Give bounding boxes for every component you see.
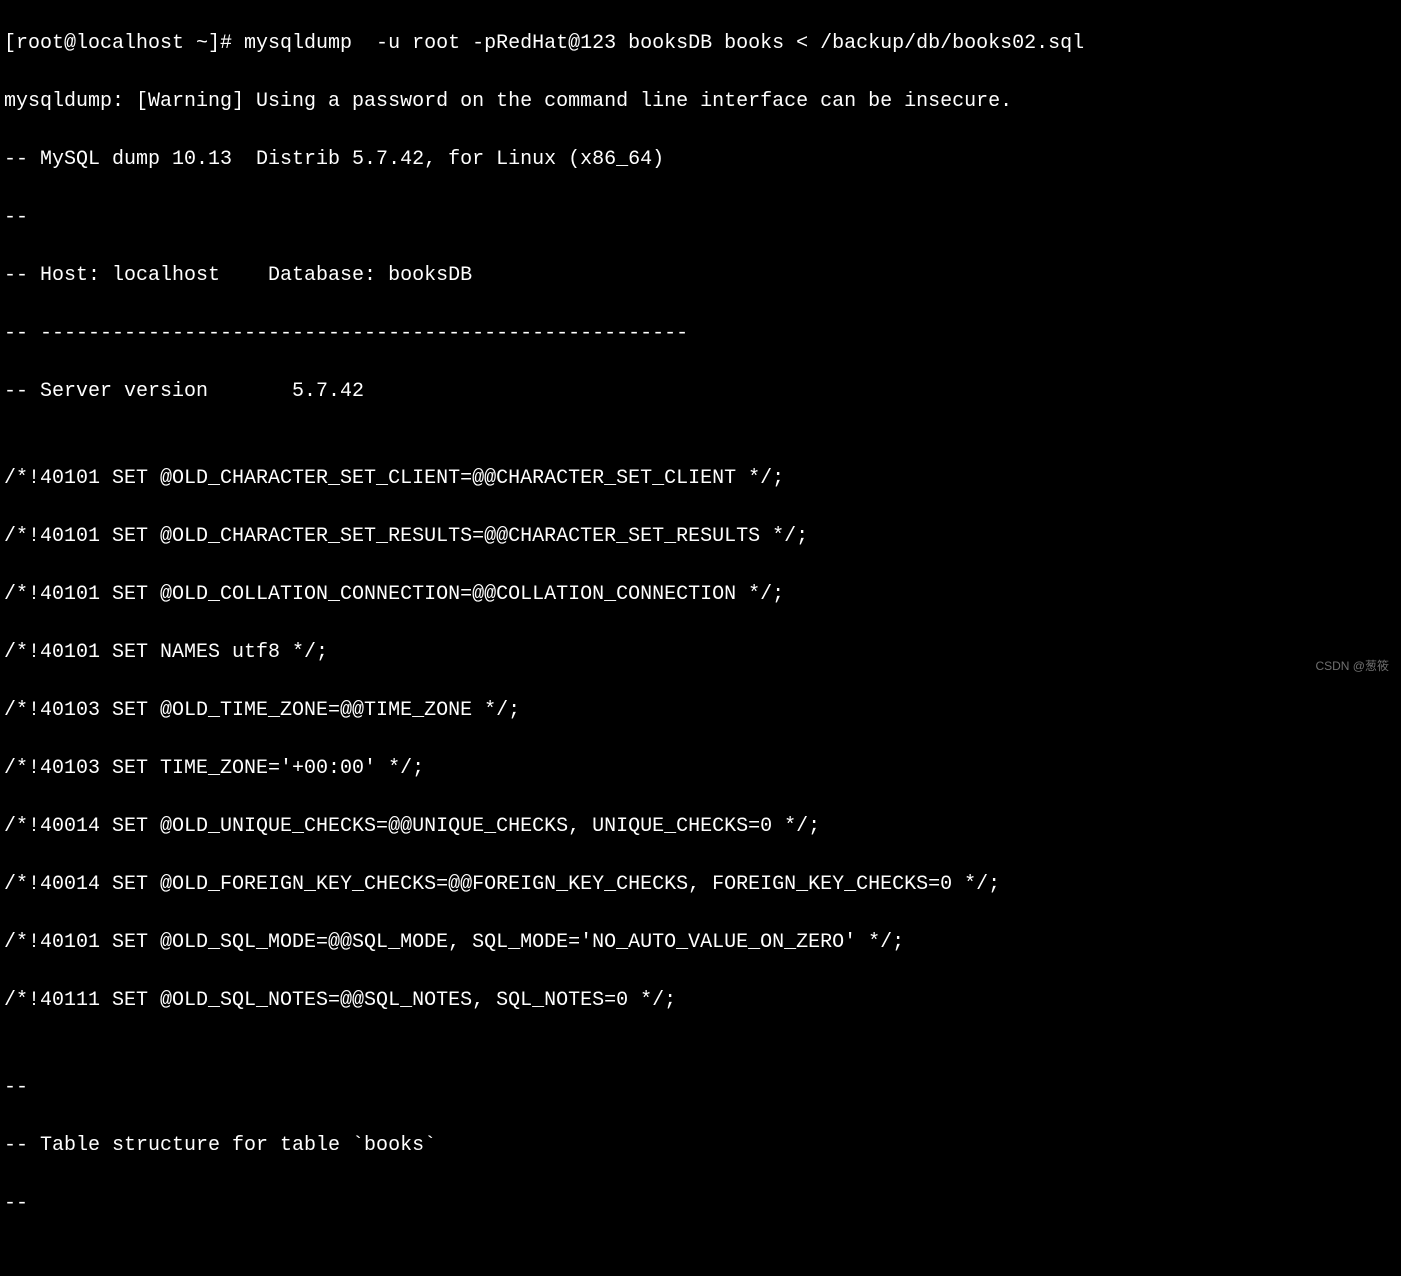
terminal-line: /*!40101 SET NAMES utf8 */; [4, 638, 1397, 667]
terminal-line: -- Host: localhost Database: booksDB [4, 261, 1397, 290]
terminal-line: /*!40014 SET @OLD_FOREIGN_KEY_CHECKS=@@F… [4, 870, 1397, 899]
terminal-line: -- -------------------------------------… [4, 319, 1397, 348]
terminal-line: -- Server version 5.7.42 [4, 377, 1397, 406]
terminal-line: /*!40111 SET @OLD_SQL_NOTES=@@SQL_NOTES,… [4, 986, 1397, 1015]
terminal-line: /*!40101 SET @OLD_SQL_MODE=@@SQL_MODE, S… [4, 928, 1397, 957]
terminal-line: -- Table structure for table `books` [4, 1131, 1397, 1160]
terminal-line: -- MySQL dump 10.13 Distrib 5.7.42, for … [4, 145, 1397, 174]
terminal-line: -- [4, 1189, 1397, 1218]
terminal-line: /*!40014 SET @OLD_UNIQUE_CHECKS=@@UNIQUE… [4, 812, 1397, 841]
terminal-line: /*!40101 SET @OLD_COLLATION_CONNECTION=@… [4, 580, 1397, 609]
terminal-line: /*!40101 SET @OLD_CHARACTER_SET_RESULTS=… [4, 522, 1397, 551]
terminal-line: /*!40103 SET @OLD_TIME_ZONE=@@TIME_ZONE … [4, 696, 1397, 725]
terminal-line: -- [4, 1073, 1397, 1102]
terminal-line: /*!40103 SET TIME_ZONE='+00:00' */; [4, 754, 1397, 783]
watermark-text: CSDN @葱筱 [1315, 658, 1389, 675]
terminal-line: /*!40101 SET @OLD_CHARACTER_SET_CLIENT=@… [4, 464, 1397, 493]
terminal-line: mysqldump: [Warning] Using a password on… [4, 87, 1397, 116]
terminal-line: -- [4, 203, 1397, 232]
terminal-output[interactable]: [root@localhost ~]# mysqldump -u root -p… [0, 0, 1401, 1276]
terminal-line: [root@localhost ~]# mysqldump -u root -p… [4, 29, 1397, 58]
